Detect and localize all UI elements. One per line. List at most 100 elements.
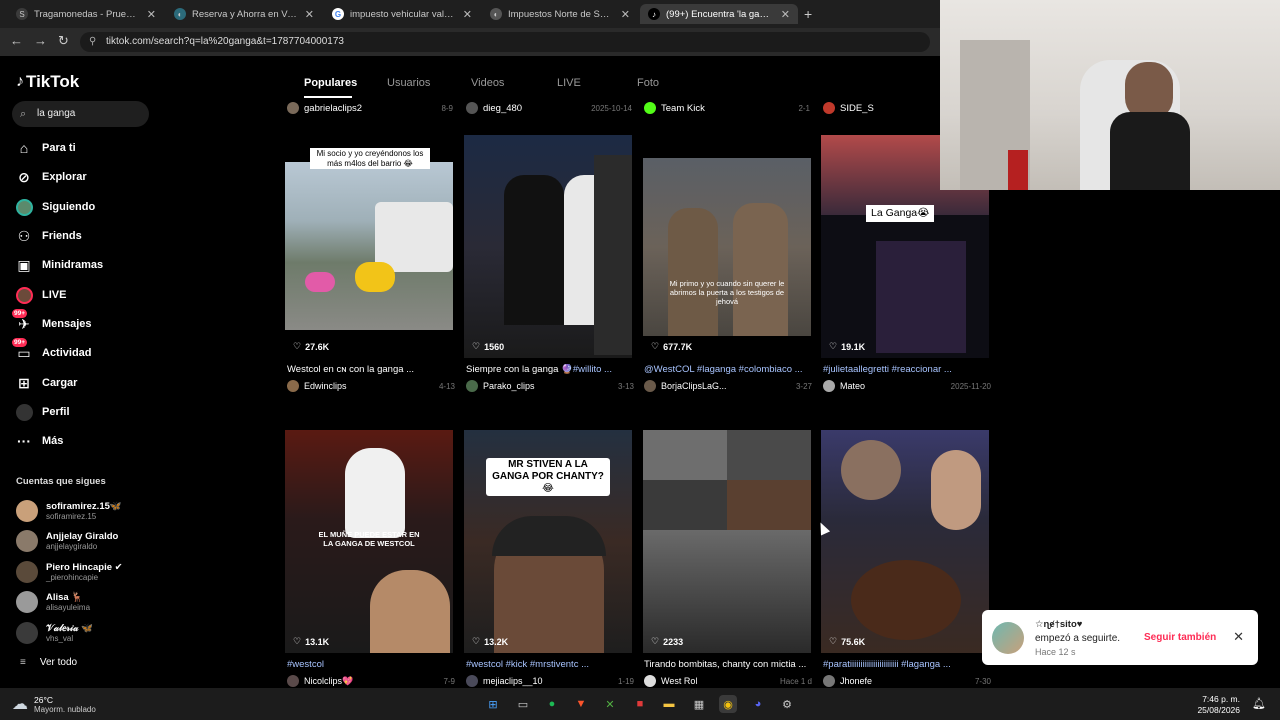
close-tab-icon[interactable]: ✕ <box>781 8 790 21</box>
reload-icon[interactable]: ↻ <box>58 33 69 49</box>
discord-icon[interactable]: ◕ <box>749 695 767 713</box>
notification-bell-icon[interactable]: 🔔︎ <box>1252 697 1266 710</box>
nav-mensajes[interactable]: ✈ 99+ Mensajes <box>12 309 92 335</box>
close-tab-icon[interactable]: ✕ <box>621 8 630 21</box>
video-caption[interactable]: Tirando bombitas, chanty con mictia ... <box>644 659 812 670</box>
search-input[interactable]: ⌕ la ganga <box>12 101 149 127</box>
app-icon[interactable]: ■ <box>631 695 649 713</box>
browser-tab-3[interactable]: G impuesto vehicular valle del rio ✕ <box>324 4 480 24</box>
home-icon: ⌂ <box>19 140 29 156</box>
video-author-row[interactable]: gabrielaclips2 8-9 <box>287 101 453 115</box>
bus-shape <box>375 202 453 272</box>
browser-tab-4[interactable]: ◐ Impuestos Norte de Santander ✕ <box>482 4 638 24</box>
video-author[interactable]: Edwinclips 4-13 <box>287 379 455 393</box>
avatar[interactable] <box>992 622 1024 654</box>
nav-siguiendo[interactable]: Siguiendo <box>15 196 95 218</box>
like-count: ♡ 75.6K <box>829 636 866 647</box>
messages-badge: 99+ <box>12 309 28 318</box>
video-author[interactable]: Parako_clips 3-13 <box>466 379 634 393</box>
video-author[interactable]: Nicolclips💖 7-9 <box>287 674 455 688</box>
nav-live[interactable]: LIVE <box>15 284 66 306</box>
heart-icon: ♡ <box>829 636 838 646</box>
tiktok-logo[interactable]: ♪ TikTok <box>16 72 79 92</box>
xbox-icon[interactable]: ✕ <box>601 695 619 713</box>
video-caption[interactable]: #paratiiiiiiiiiiiiiiiiiiiiiii #laganga .… <box>823 659 991 670</box>
video-author[interactable]: Jhonefe 7-30 <box>823 674 991 688</box>
nav-minidramas[interactable]: ▣ Minidramas <box>15 254 103 276</box>
video-author-row[interactable]: SIDE_S <box>823 101 943 115</box>
video-caption[interactable]: Westcol en ᴄɴ con la ganga ... <box>287 364 455 375</box>
compass-icon: ⊘ <box>18 168 30 185</box>
video-card[interactable]: MR STIVEN A LA GANGA POR CHANTY? 😂 ♡ 13.2… <box>464 430 632 653</box>
video-card[interactable]: Mi socio y yo creyéndonos los más m4los … <box>285 135 453 358</box>
forward-icon[interactable]: → <box>34 33 47 48</box>
nav-mas[interactable]: ··· Más <box>15 430 63 452</box>
following-account[interactable]: Piero Hincapie ✔ _pierohincapie <box>16 558 123 586</box>
weather-widget[interactable]: ☁ 26°C Mayorm. nublado <box>12 694 96 714</box>
avatar <box>16 622 38 644</box>
file-explorer-icon[interactable]: ▬ <box>660 695 678 713</box>
avatar <box>644 102 656 114</box>
avatar <box>16 530 38 552</box>
video-author[interactable]: mejiaclips__10 1-19 <box>466 674 634 688</box>
browser-tab-2[interactable]: ◐ Reserva y Ahorra en Vuelos y H ✕ <box>166 4 322 24</box>
video-card[interactable]: Mi primo y yo cuando sin querer le abrim… <box>643 135 811 358</box>
site-info-icon[interactable]: ⚲ <box>89 32 96 52</box>
spotify-icon[interactable]: ● <box>543 695 561 713</box>
nav-perfil[interactable]: Perfil <box>15 401 70 423</box>
close-tab-icon[interactable]: ✕ <box>463 8 472 21</box>
microphone-shape <box>1008 150 1028 190</box>
nav-actividad[interactable]: ▭ 99+ Actividad <box>12 338 92 364</box>
nav-cargar[interactable]: ⊞ Cargar <box>15 372 77 394</box>
browser-tab-1[interactable]: S Tragamonedas - Prueba Juegos ✕ <box>8 4 164 24</box>
following-account[interactable]: Alisa 🦌 alisayuleima <box>16 588 90 616</box>
video-caption[interactable]: #julietaallegretti #reaccionar ... <box>823 364 991 375</box>
video-author-row[interactable]: dieg_480 2025-10-14 <box>466 101 632 115</box>
person-shape <box>668 208 718 336</box>
video-card[interactable]: EL MUÑE PUEDE ESTAR EN LA GANGA DE WESTC… <box>285 430 453 653</box>
video-author-row[interactable]: Team Kick 2-1 <box>644 101 810 115</box>
close-icon[interactable]: ✕ <box>1233 629 1244 645</box>
close-tab-icon[interactable]: ✕ <box>305 8 314 21</box>
following-account[interactable]: sofiramirez.15🦋 sofiramirez.15 <box>16 497 122 525</box>
windows-start-icon[interactable]: ⊞ <box>484 695 502 713</box>
profile-icon <box>15 403 33 421</box>
tab-live[interactable]: LIVE <box>557 77 581 89</box>
url-input[interactable]: ⚲ tiktok.com/search?q=la%20ganga&t=17877… <box>80 32 930 52</box>
new-tab-button[interactable]: + <box>804 6 812 22</box>
video-author[interactable]: BorjaClipsLaG... 3-27 <box>644 379 812 393</box>
tab-foto[interactable]: Foto <box>637 77 659 89</box>
see-all-button[interactable]: ≡ Ver todo <box>20 657 77 668</box>
video-thumbnail-panel <box>727 430 811 480</box>
store-icon[interactable]: ▦ <box>690 695 708 713</box>
system-clock[interactable]: 7:46 p. m. 25/08/2026 <box>1197 694 1240 716</box>
browser-tab-5-active[interactable]: ♪ (99+) Encuentra 'la ganga' en Ti ✕ <box>640 4 798 24</box>
following-account[interactable]: Anjjelay Giraldo anjjelaygiraldo <box>16 527 118 555</box>
task-view-icon[interactable]: ▭ <box>514 695 532 713</box>
tab-usuarios[interactable]: Usuarios <box>387 77 430 89</box>
person-shape <box>345 448 405 538</box>
follow-back-button[interactable]: Seguir también <box>1144 632 1216 643</box>
back-icon[interactable]: ← <box>10 33 23 48</box>
nav-para-ti[interactable]: ⌂ Para ti <box>15 137 76 159</box>
nav-explorar[interactable]: ⊘ Explorar <box>15 166 87 188</box>
friends-icon: ⚇ <box>17 227 31 244</box>
video-caption[interactable]: #westcol #kick #mrstiventc ... <box>466 659 634 670</box>
video-caption[interactable]: #westcol <box>287 659 455 670</box>
google-favicon-icon: G <box>332 8 344 20</box>
tab-videos[interactable]: Videos <box>471 77 504 89</box>
video-author[interactable]: West Rol Hace 1 d <box>644 674 812 688</box>
chrome-icon[interactable]: ◉ <box>719 695 737 713</box>
video-caption[interactable]: Siempre con la ganga 🔮#willito ... <box>466 364 634 375</box>
video-caption[interactable]: @WestCOL #laganga #colombiaco ... <box>644 364 812 375</box>
nav-friends[interactable]: ⚇ Friends <box>15 225 82 247</box>
video-author[interactable]: Mateo 2025-11-20 <box>823 379 991 393</box>
video-card[interactable]: ♡ 1560 <box>464 135 632 358</box>
video-card[interactable]: ♡ 75.6K <box>821 430 989 653</box>
brave-icon[interactable]: ▼ <box>572 695 590 713</box>
close-tab-icon[interactable]: ✕ <box>147 8 156 21</box>
following-account[interactable]: 𝒱𝒶𝓁𝑒𝓇𝒾𝒶 🦋 vhs_val <box>16 619 93 647</box>
settings-gear-icon[interactable]: ⚙ <box>778 695 796 713</box>
tab-populares[interactable]: Populares <box>304 77 357 89</box>
video-card[interactable]: ♡ 2233 <box>643 430 811 653</box>
